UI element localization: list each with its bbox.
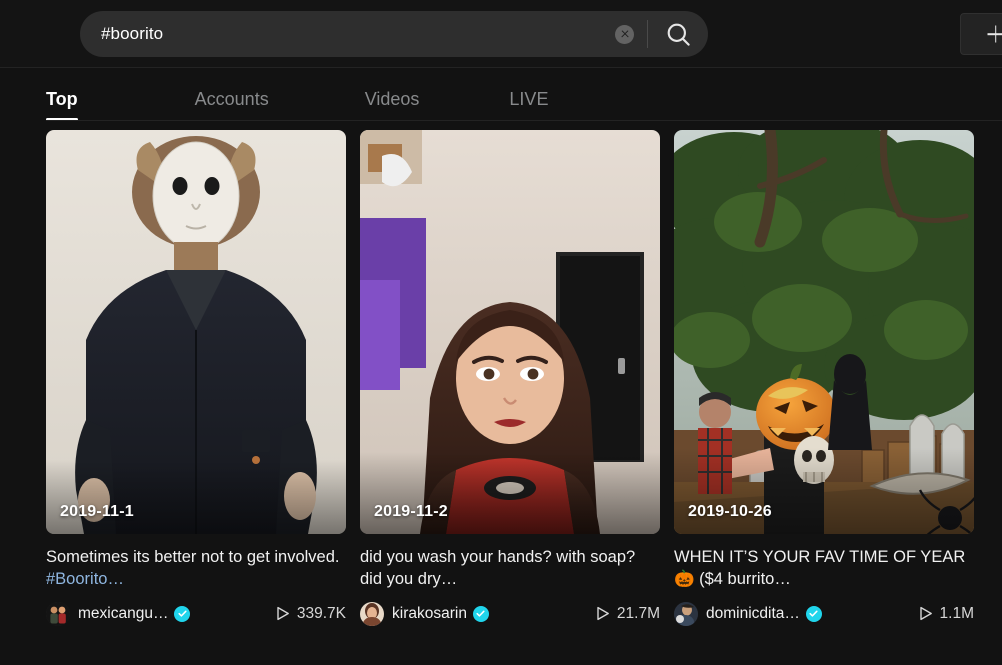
verified-check-icon: [178, 610, 187, 617]
video-caption[interactable]: did you wash your hands? with soap? did …: [360, 546, 660, 591]
play-triangle-icon: [919, 606, 932, 621]
video-thumbnail[interactable]: 2019-10-26: [674, 130, 974, 534]
avatar[interactable]: [46, 601, 70, 626]
avatar[interactable]: [674, 601, 698, 626]
play-count: 21.7M: [596, 605, 660, 623]
play-triangle-icon: [277, 606, 289, 621]
video-card[interactable]: 2019-11-1 Sometimes its better not to ge…: [46, 130, 346, 627]
video-meta-row: mexicangu… 339.7K: [46, 601, 346, 627]
search-input[interactable]: [80, 24, 615, 44]
caption-text: did you wash your hands? with soap? did …: [360, 548, 636, 589]
thumbnail-image-halloween-yard: [674, 130, 974, 534]
verified-badge-icon: [472, 605, 489, 622]
verified-check-icon: [809, 610, 818, 617]
search-tabs: Top Accounts Videos LIVE: [0, 68, 1002, 130]
avatar[interactable]: [360, 601, 384, 626]
verified-badge-icon: [174, 605, 191, 622]
caption-text: Sometimes its better not to get involved…: [46, 548, 340, 566]
play-count-value: 1.1M: [939, 604, 974, 622]
play-triangle-icon: [597, 606, 609, 621]
video-thumbnail[interactable]: 2019-11-2: [360, 130, 660, 534]
upload-button[interactable]: [960, 13, 1002, 55]
tabs-underline-rule: [46, 120, 1002, 121]
search-bar[interactable]: [80, 11, 708, 57]
plus-icon: [987, 26, 1002, 43]
caption-hashtag[interactable]: #Boorito…: [46, 570, 124, 588]
play-count: 339.7K: [276, 605, 346, 623]
verified-badge-icon: [805, 605, 822, 622]
search-button[interactable]: [648, 11, 708, 57]
video-date-overlay: 2019-10-26: [688, 503, 772, 520]
play-count-value: 339.7K: [296, 604, 346, 622]
avatar-image: [46, 601, 70, 626]
search-icon: [667, 23, 690, 46]
avatar-image: [360, 601, 384, 626]
thumbnail-image-woman-red-top: [360, 130, 660, 534]
username[interactable]: kirakosarin: [392, 605, 467, 623]
video-card[interactable]: 2019-10-26 WHEN IT’S YOUR FAV TIME OF YE…: [674, 130, 974, 627]
avatar-image: [674, 601, 698, 626]
username[interactable]: dominicdita…: [706, 605, 800, 623]
play-count: 1.1M: [919, 605, 974, 623]
video-caption[interactable]: Sometimes its better not to get involved…: [46, 546, 346, 591]
clear-search-icon[interactable]: [615, 24, 634, 44]
video-card[interactable]: 2019-11-2 did you wash your hands? with …: [360, 130, 660, 627]
video-thumbnail[interactable]: 2019-11-1: [46, 130, 346, 534]
video-results-grid: 2019-11-1 Sometimes its better not to ge…: [0, 130, 1002, 627]
thumbnail-image-masked-figure: [46, 130, 346, 534]
video-meta-row: kirakosarin 21.7M: [360, 601, 660, 627]
username[interactable]: mexicangu…: [78, 605, 168, 623]
video-caption[interactable]: WHEN IT’S YOUR FAV TIME OF YEAR 🎃 ($4 bu…: [674, 546, 974, 591]
caption-text: WHEN IT’S YOUR FAV TIME OF YEAR 🎃 ($4 bu…: [674, 548, 966, 589]
video-date-overlay: 2019-11-1: [60, 503, 134, 520]
verified-check-icon: [476, 610, 486, 617]
video-date-overlay: 2019-11-2: [374, 503, 448, 520]
video-meta-row: dominicdita… 1.1M: [674, 601, 974, 627]
top-header: [0, 0, 1002, 68]
play-count-value: 21.7M: [616, 604, 660, 622]
